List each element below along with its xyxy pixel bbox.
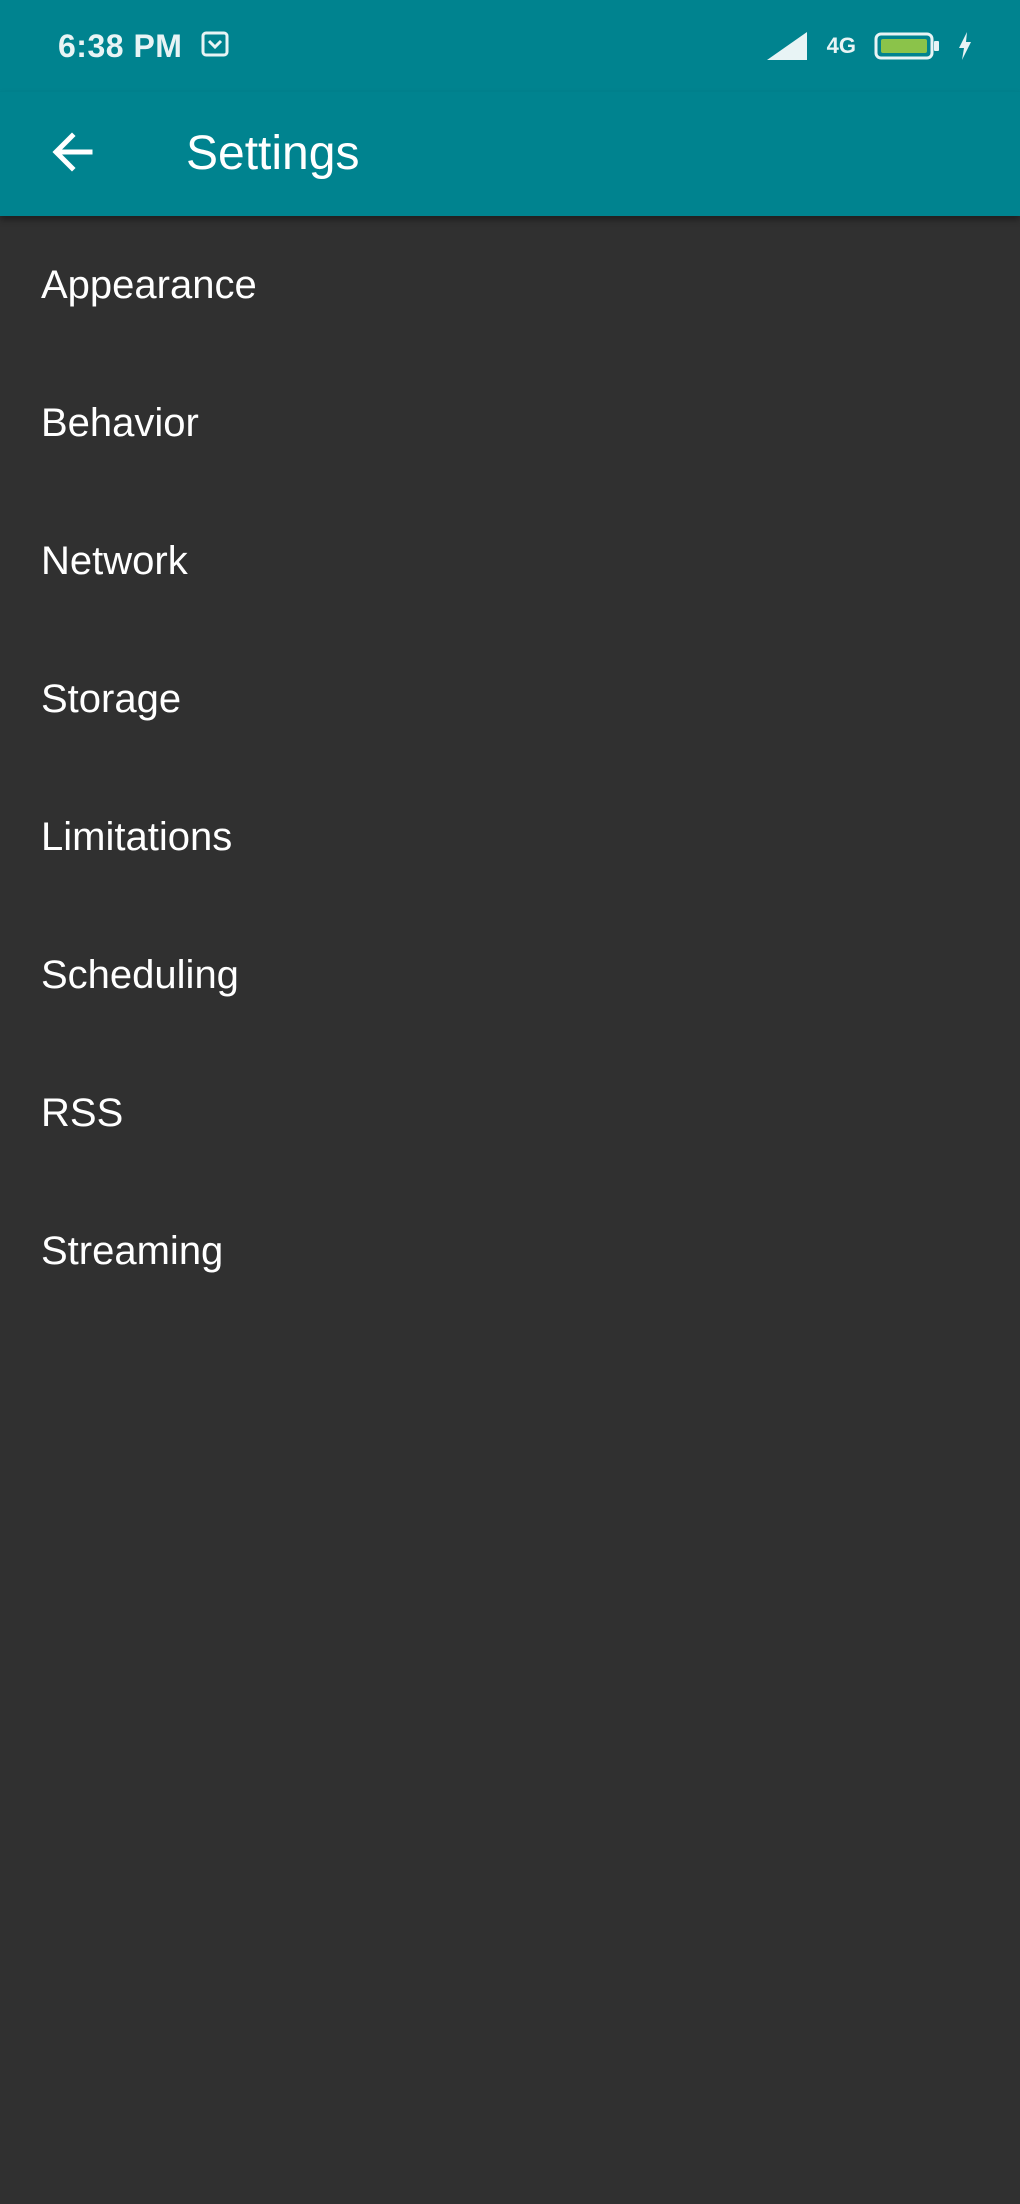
back-button[interactable] <box>36 118 108 190</box>
settings-item-behavior[interactable]: Behavior <box>0 354 1020 492</box>
charging-icon <box>958 32 972 60</box>
settings-item-network[interactable]: Network <box>0 492 1020 630</box>
settings-item-label: Network <box>41 538 188 583</box>
battery-icon <box>874 31 940 61</box>
settings-screen: 6:38 PM 4G Settings Appearance Behavior … <box>0 0 1020 2204</box>
arrow-back-icon <box>50 130 94 179</box>
status-icons: 4G <box>765 26 972 66</box>
settings-item-label: Appearance <box>41 262 257 307</box>
settings-list: Appearance Behavior Network Storage Limi… <box>0 216 1020 1320</box>
page-title: Settings <box>186 127 360 180</box>
settings-item-streaming[interactable]: Streaming <box>0 1182 1020 1320</box>
status-time: 6:38 PM <box>58 28 183 64</box>
notification-icon <box>200 30 230 60</box>
settings-item-appearance[interactable]: Appearance <box>0 216 1020 354</box>
settings-item-limitations[interactable]: Limitations <box>0 768 1020 906</box>
settings-item-label: RSS <box>41 1090 124 1135</box>
settings-item-rss[interactable]: RSS <box>0 1044 1020 1182</box>
settings-item-storage[interactable]: Storage <box>0 630 1020 768</box>
settings-item-scheduling[interactable]: Scheduling <box>0 906 1020 1044</box>
settings-item-label: Limitations <box>41 814 233 859</box>
settings-item-label: Behavior <box>41 400 199 445</box>
status-bar: 6:38 PM 4G <box>0 0 1020 92</box>
settings-item-label: Storage <box>41 676 182 721</box>
signal-icon <box>765 30 809 62</box>
network-type-label: 4G <box>826 33 856 58</box>
settings-item-label: Scheduling <box>41 952 239 997</box>
app-bar: Settings <box>0 92 1020 216</box>
network-type-icon: 4G <box>827 33 856 59</box>
settings-item-label: Streaming <box>41 1228 224 1273</box>
